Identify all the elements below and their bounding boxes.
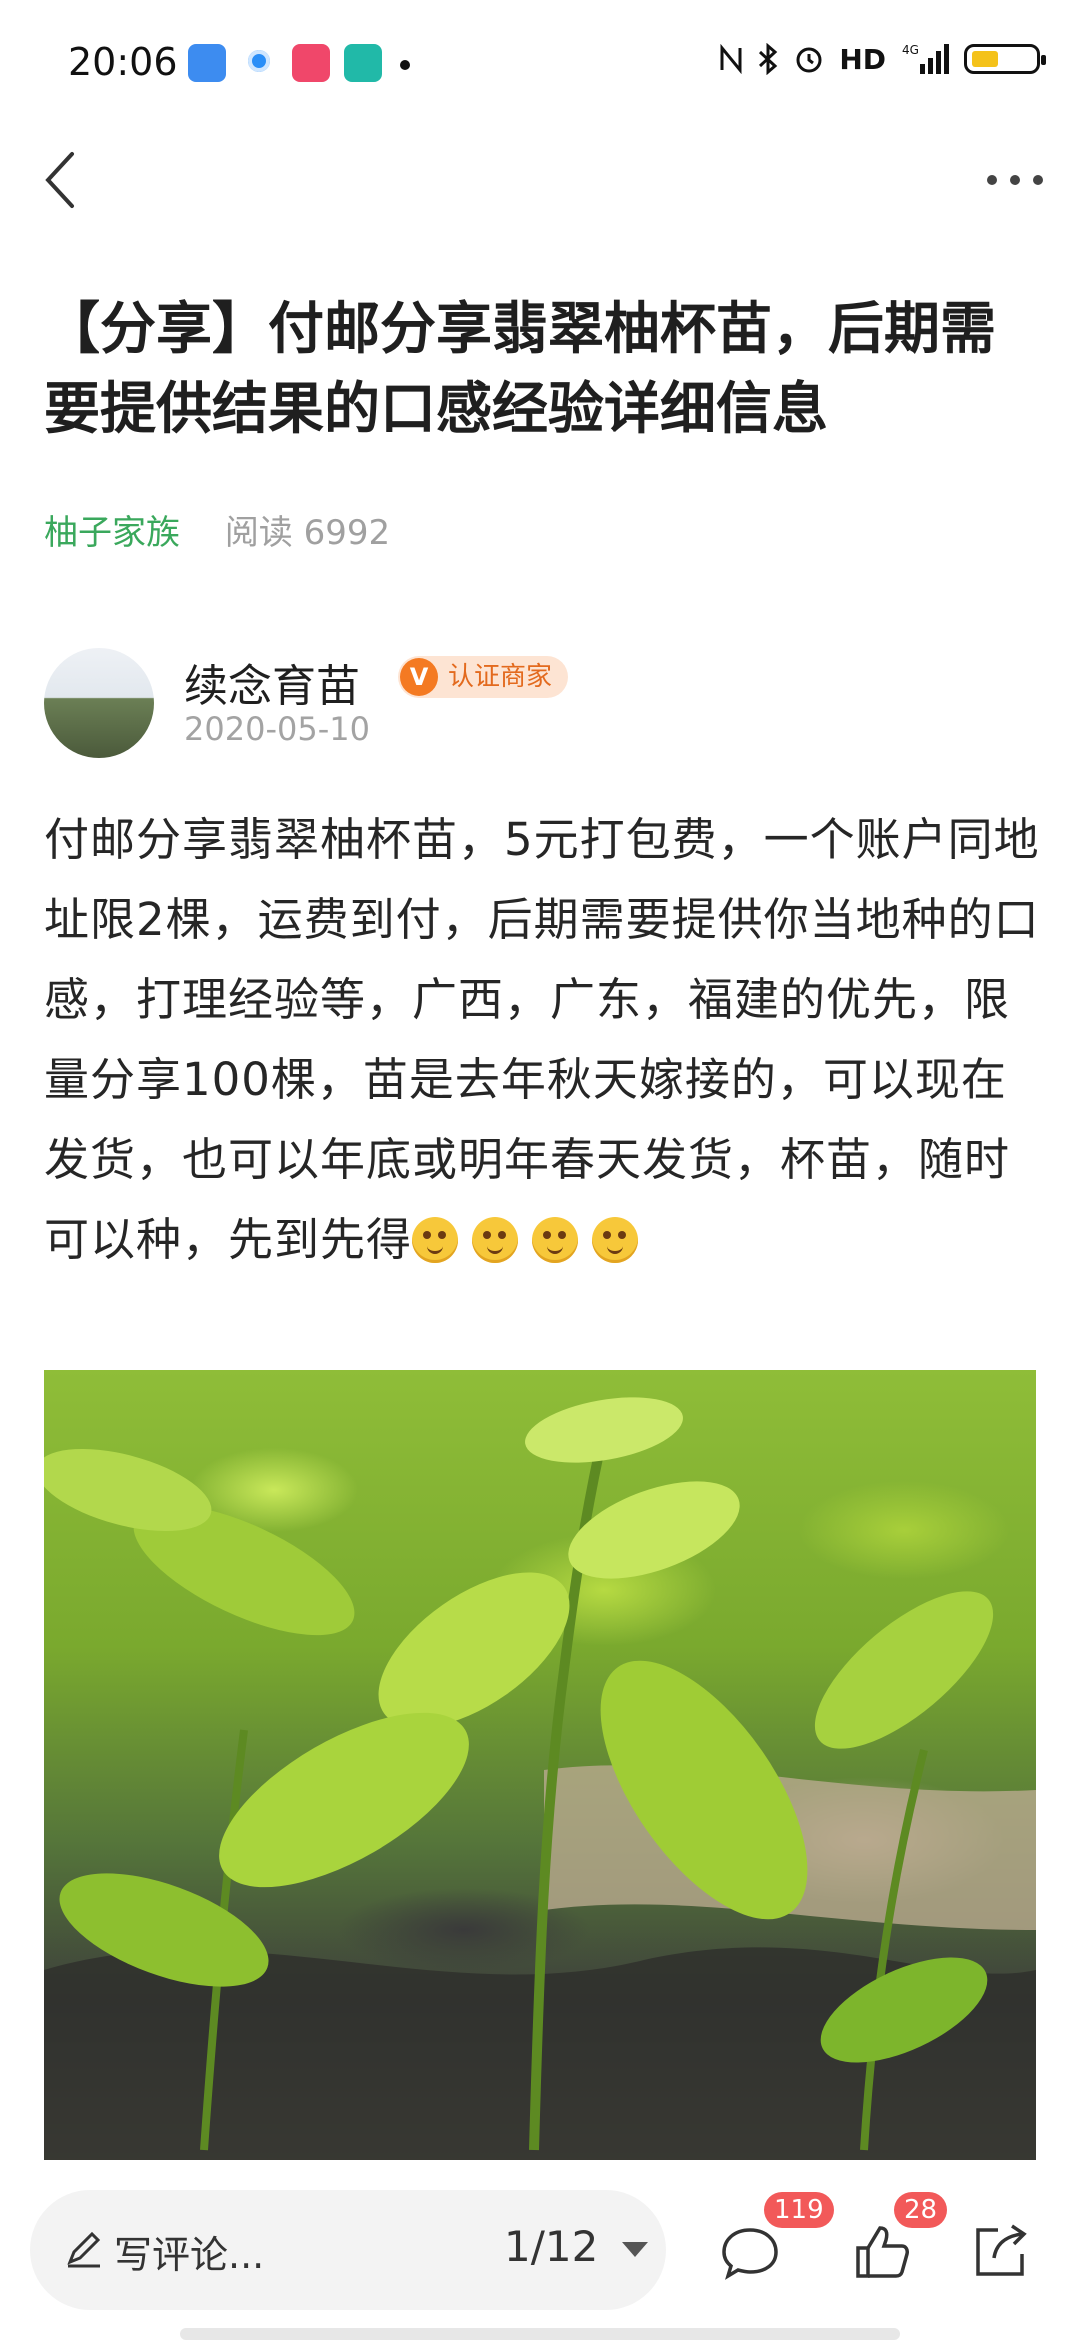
signal-icon: 4G bbox=[902, 43, 949, 74]
smile-emoji-icon bbox=[412, 1217, 459, 1263]
article-body-text: 付邮分享翡翠柚杯苗，5元打包费，一个账户同地址限2棵，运费到付，后期需要提供你当… bbox=[44, 813, 1040, 1266]
article-photo[interactable] bbox=[44, 1370, 1036, 2160]
home-indicator bbox=[180, 2328, 900, 2340]
notification-app-icon bbox=[188, 44, 226, 82]
seedlings-illustration bbox=[44, 1397, 1036, 2160]
pencil-icon bbox=[67, 2231, 101, 2268]
alarm-icon bbox=[796, 47, 822, 73]
comment-count-badge: 119 bbox=[764, 2192, 834, 2228]
notification-app-icon bbox=[292, 44, 330, 82]
post-date: 2020-05-10 bbox=[184, 710, 370, 748]
system-status-icons: HD 4G bbox=[719, 42, 1046, 76]
comment-icon[interactable] bbox=[718, 2220, 782, 2284]
comment-input[interactable]: 写评论... 1/12 bbox=[30, 2190, 666, 2310]
bottom-action-bar: 写评论... 1/12 119 28 bbox=[0, 2160, 1080, 2340]
channel-link[interactable]: 柚子家族 bbox=[44, 513, 180, 553]
comment-placeholder: 写评论... bbox=[114, 2233, 265, 2277]
notification-app-icon bbox=[344, 44, 382, 82]
smile-emoji-icon bbox=[532, 1217, 579, 1263]
author-name[interactable]: 续念育苗 bbox=[184, 650, 360, 714]
emoji-row bbox=[412, 1213, 652, 1266]
status-time: 20:06 bbox=[68, 40, 178, 84]
status-bar: 20:06 HD 4G bbox=[0, 0, 1080, 130]
notification-app-icon bbox=[242, 44, 280, 82]
author-row[interactable]: 续念育苗 V 认证商家 2020-05-10 bbox=[44, 640, 1044, 770]
share-icon[interactable] bbox=[968, 2220, 1032, 2284]
smile-emoji-icon bbox=[592, 1217, 639, 1263]
battery-icon bbox=[964, 44, 1046, 74]
network-type-text: 4G bbox=[902, 43, 919, 57]
bluetooth-icon bbox=[759, 43, 778, 75]
smile-emoji-icon bbox=[472, 1217, 519, 1263]
like-count-badge: 28 bbox=[894, 2192, 948, 2228]
page-indicator[interactable]: 1/12 bbox=[504, 2222, 598, 2271]
article-title: 【分享】付邮分享翡翠柚杯苗，后期需要提供结果的口感经验详细信息 bbox=[44, 297, 996, 442]
top-nav bbox=[0, 130, 1080, 240]
article-body: 付邮分享翡翠柚杯苗，5元打包费，一个账户同地址限2棵，运费到付，后期需要提供你当… bbox=[44, 800, 1044, 1280]
avatar[interactable] bbox=[44, 648, 154, 758]
thumbs-up-icon[interactable] bbox=[850, 2220, 914, 2284]
article-meta: 柚子家族 阅读 6992 bbox=[44, 505, 390, 554]
chevron-left-icon[interactable] bbox=[30, 140, 90, 220]
more-notifications-dot bbox=[400, 60, 410, 70]
caret-down-icon[interactable] bbox=[622, 2242, 648, 2257]
more-dots-icon[interactable] bbox=[980, 150, 1050, 210]
verified-v-icon: V bbox=[400, 658, 438, 696]
nfc-icon bbox=[720, 44, 742, 74]
badge-label: 认证商家 bbox=[448, 662, 553, 692]
verified-merchant-badge: V 认证商家 bbox=[398, 656, 569, 698]
hd-indicator: HD bbox=[839, 42, 886, 76]
read-count: 阅读 6992 bbox=[224, 513, 391, 553]
